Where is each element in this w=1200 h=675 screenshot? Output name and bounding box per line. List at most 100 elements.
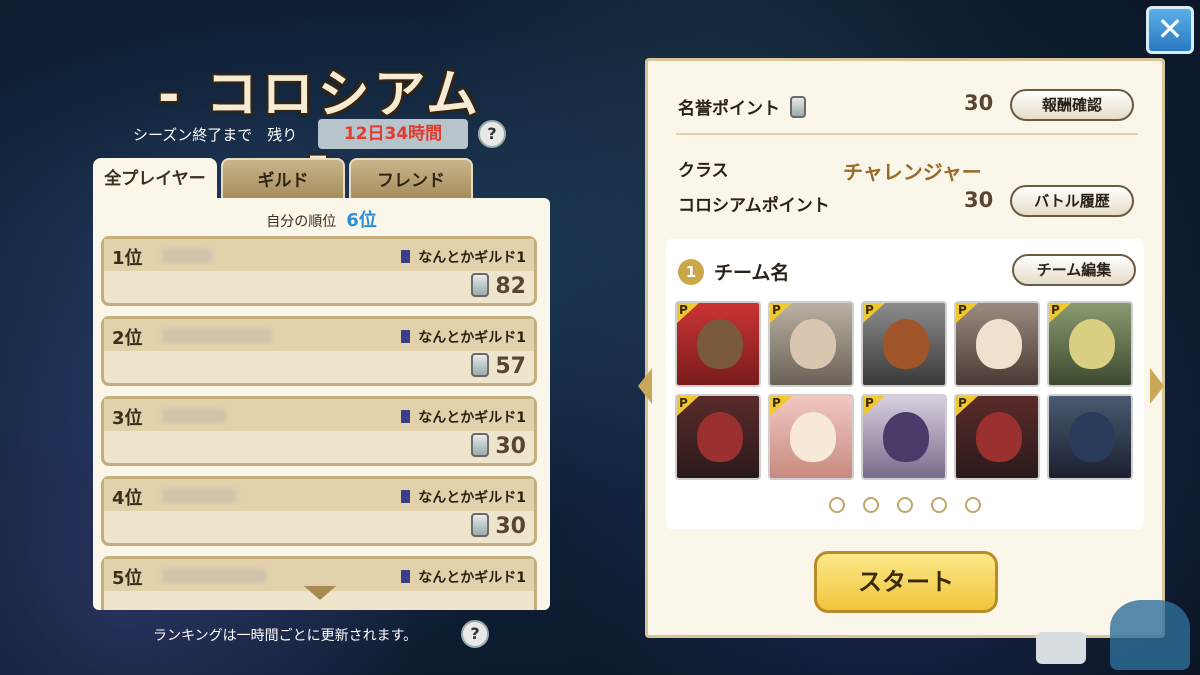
rank-position: 5位 — [112, 568, 143, 589]
character-portrait — [883, 412, 929, 462]
character-slot[interactable]: P — [768, 301, 854, 387]
start-button[interactable]: スタート — [814, 551, 998, 613]
tab-guild[interactable]: ギルド — [221, 158, 345, 200]
own-rank: 自分の順位 6位 — [93, 206, 550, 232]
guild-name: なんとかギルド1 — [401, 407, 526, 427]
rank-points: 82 — [471, 273, 526, 299]
character-portrait — [1069, 412, 1115, 462]
character-portrait — [1069, 319, 1115, 369]
rank-position: 4位 — [112, 488, 143, 509]
tab-friends[interactable]: フレンド — [349, 158, 473, 200]
p-badge: P — [770, 303, 792, 323]
season-label: シーズン終了まで 残り — [133, 126, 298, 144]
character-portrait — [976, 319, 1022, 369]
rank-points: 30 — [471, 513, 526, 539]
character-slot[interactable]: P — [675, 301, 761, 387]
character-slot[interactable]: P — [861, 301, 947, 387]
ranking-row[interactable]: 3位 なんとかギルド1 30 — [101, 396, 537, 466]
honor-points-value: 30 — [964, 91, 994, 115]
p-badge: P — [770, 396, 792, 416]
player-name-blurred — [162, 489, 237, 503]
team-panel: 名誉ポイント 30 報酬確認 クラス チャレンジャー コロシアムポイント 30 … — [645, 58, 1165, 638]
rank-points: 30 — [471, 433, 526, 459]
reward-check-button[interactable]: 報酬確認 — [1010, 89, 1134, 121]
character-portrait — [883, 319, 929, 369]
page-dot[interactable] — [829, 497, 845, 513]
guild-icon — [401, 250, 411, 263]
next-team-arrow-icon[interactable] — [1150, 368, 1164, 404]
ranking-row[interactable]: 4位 なんとかギルド1 30 — [101, 476, 537, 546]
guild-name: なんとかギルド1 — [401, 327, 526, 347]
character-portrait — [697, 412, 743, 462]
character-portrait — [976, 412, 1022, 462]
season-help-button[interactable]: ? — [478, 120, 506, 148]
character-slot[interactable]: P — [954, 301, 1040, 387]
colosseum-points-label: コロシアムポイント — [678, 196, 830, 216]
honor-points-label: 名誉ポイント — [678, 94, 812, 119]
ranking-update-note: ランキングは一時間ごとに更新されます。 — [153, 628, 418, 644]
character-portrait — [790, 319, 836, 369]
medal-icon — [789, 96, 806, 118]
p-badge: P — [863, 303, 885, 323]
own-rank-label: 自分の順位 — [266, 214, 337, 230]
team-number-badge: 1 — [678, 259, 704, 285]
guild-icon — [401, 410, 411, 423]
rank-points: 57 — [471, 353, 526, 379]
tab-all-players[interactable]: 全プレイヤー — [93, 158, 217, 200]
ranking-row[interactable]: 5位 なんとかギルド1 — [101, 556, 537, 610]
rank-position: 3位 — [112, 408, 143, 429]
ranking-panel[interactable]: 自分の順位 6位 1位 なんとかギルド1 82 2位 なんとかギルド1 57 3位… — [93, 198, 550, 610]
p-badge: P — [863, 396, 885, 416]
medal-icon — [471, 273, 490, 297]
character-slot[interactable]: P — [768, 394, 854, 480]
guild-name: なんとかギルド1 — [401, 247, 526, 267]
mascot-icon[interactable] — [1110, 600, 1190, 670]
player-name-blurred — [162, 569, 267, 583]
player-name-blurred — [162, 249, 212, 263]
team-name: チーム名 — [714, 262, 790, 284]
p-badge: P — [956, 303, 978, 323]
team-box: 1 チーム名 チーム編集 P P P P P P P P P — [666, 239, 1144, 529]
scroll-down-arrow-icon[interactable] — [304, 586, 336, 600]
player-name-blurred — [162, 409, 227, 423]
class-label: クラス — [678, 161, 729, 181]
chat-icon[interactable] — [1036, 632, 1086, 664]
season-remaining: 12日34時間 — [318, 119, 468, 149]
character-slot[interactable] — [1047, 394, 1133, 480]
p-badge: P — [1049, 303, 1071, 323]
battle-history-button[interactable]: バトル履歴 — [1010, 185, 1134, 217]
own-rank-value: 6位 — [346, 210, 377, 231]
character-slot[interactable]: P — [1047, 301, 1133, 387]
colosseum-points-value: 30 — [964, 188, 994, 212]
rank-position: 2位 — [112, 328, 143, 349]
help-icon: ? — [487, 124, 497, 143]
class-value: チャレンジャー — [843, 160, 982, 184]
p-badge: P — [677, 396, 699, 416]
p-badge: P — [677, 303, 699, 323]
character-portrait — [790, 412, 836, 462]
ranking-row[interactable]: 2位 なんとかギルド1 57 — [101, 316, 537, 386]
character-slot[interactable]: P — [675, 394, 761, 480]
page-dot[interactable] — [931, 497, 947, 513]
ranking-help-button[interactable]: ? — [461, 620, 489, 648]
close-icon: ✕ — [1156, 10, 1184, 48]
player-name-blurred — [162, 329, 272, 343]
medal-icon — [471, 513, 490, 537]
team-edit-button[interactable]: チーム編集 — [1012, 254, 1136, 286]
guild-name: なんとかギルド1 — [401, 487, 526, 507]
divider — [676, 133, 1138, 135]
guild-icon — [401, 490, 411, 503]
page-dot[interactable] — [965, 497, 981, 513]
character-slot[interactable]: P — [861, 394, 947, 480]
guild-name: なんとかギルド1 — [401, 567, 526, 587]
page-dot[interactable] — [863, 497, 879, 513]
prev-team-arrow-icon[interactable] — [638, 368, 652, 404]
character-portrait — [697, 319, 743, 369]
guild-icon — [401, 570, 411, 583]
p-badge: P — [956, 396, 978, 416]
page-dot[interactable] — [897, 497, 913, 513]
medal-icon — [471, 433, 490, 457]
close-button[interactable]: ✕ — [1146, 6, 1194, 54]
ranking-row[interactable]: 1位 なんとかギルド1 82 — [101, 236, 537, 306]
character-slot[interactable]: P — [954, 394, 1040, 480]
